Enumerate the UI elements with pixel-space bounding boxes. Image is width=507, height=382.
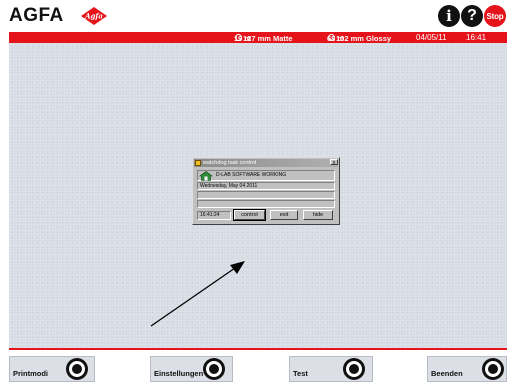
test-button[interactable]: Test <box>289 356 373 382</box>
stop-label: Stop <box>486 11 504 21</box>
status-text: D-LAB SOFTWARE WORKING <box>216 172 287 178</box>
media-2-type: 102 mm Glossy <box>336 34 392 43</box>
round-knob-icon <box>66 358 88 380</box>
media-1-type: 127 mm Matte <box>243 34 293 43</box>
dialog-title: watchdog task control <box>203 160 257 166</box>
printmodi-button[interactable]: Printmodi <box>9 356 95 382</box>
dialog-title-bar[interactable]: watchdog task control <box>194 159 338 167</box>
test-label: Test <box>293 369 308 378</box>
control-button[interactable]: control <box>233 209 266 221</box>
media-status-2: 68 m 102 mm Glossy <box>327 33 391 43</box>
bottom-bar: Printmodi Einstellungen Test Beenden <box>9 348 507 382</box>
top-header: AGFA Agfa i ? Stop <box>0 0 507 32</box>
info-button[interactable]: i <box>438 5 460 27</box>
annotation-arrow-icon <box>150 261 245 327</box>
status-time: 16:41 <box>466 33 487 42</box>
main-workspace: watchdog task control x D-LAB SOFTWARE W… <box>9 43 507 348</box>
dialog-button-row: 16:41:24 control exit hide <box>197 209 335 221</box>
round-knob-icon <box>343 358 365 380</box>
help-icon: ? <box>467 7 477 24</box>
info-icon: i <box>446 7 452 25</box>
hide-button[interactable]: hide <box>303 210 333 220</box>
exit-button[interactable]: exit <box>270 210 298 220</box>
beenden-button[interactable]: Beenden <box>427 356 507 382</box>
clock-display: 16:41:24 <box>197 211 231 220</box>
media-status-1: 19 m 127 mm Matte <box>234 33 293 43</box>
beenden-label: Beenden <box>431 369 463 378</box>
watchdog-dialog: watchdog task control x D-LAB SOFTWARE W… <box>192 157 340 225</box>
svg-text:Agfa: Agfa <box>84 12 103 21</box>
empty-field <box>197 200 335 208</box>
house-status-icon <box>199 171 213 181</box>
date-field: Wednesday, May 04 2011 <box>197 182 335 190</box>
stop-button[interactable]: Stop <box>484 5 506 27</box>
status-field: D-LAB SOFTWARE WORKING <box>197 170 335 181</box>
einstellungen-button[interactable]: Einstellungen <box>150 356 233 382</box>
status-date: 04/05/11 <box>416 33 447 42</box>
brand-text: AGFA <box>9 5 64 26</box>
empty-field <box>197 191 335 199</box>
printmodi-label: Printmodi <box>13 369 48 378</box>
help-button[interactable]: ? <box>461 5 483 27</box>
dialog-close-button[interactable]: x <box>330 159 338 166</box>
agfa-diamond-logo-icon: Agfa <box>80 6 108 26</box>
agfa-logo: AGFA Agfa <box>9 5 107 26</box>
status-bar: 19 m 127 mm Matte 68 m 102 mm Glossy 04/… <box>9 32 507 43</box>
round-knob-icon <box>482 358 504 380</box>
watchdog-app-icon <box>195 160 201 166</box>
round-knob-icon <box>203 358 225 380</box>
einstellungen-label: Einstellungen <box>154 369 204 378</box>
